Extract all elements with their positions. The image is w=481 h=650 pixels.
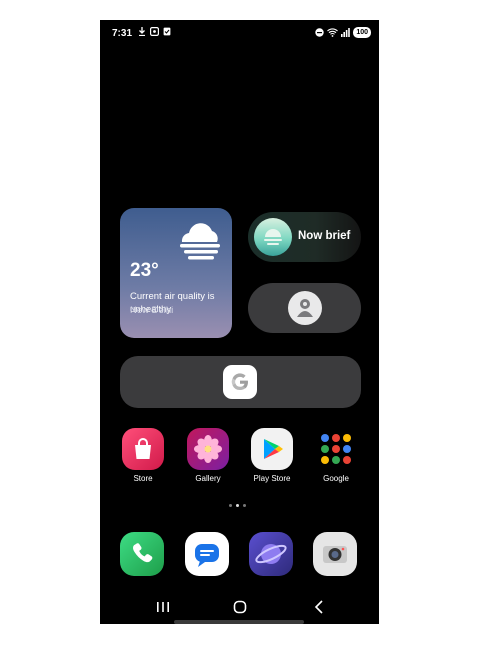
back-button[interactable] — [308, 598, 330, 616]
now-brief-widget[interactable]: Now brief — [248, 212, 361, 262]
status-right-icons: 100 — [315, 27, 371, 38]
app-label: Gallery — [195, 474, 221, 483]
google-search-bar[interactable] — [120, 356, 361, 408]
app-gallery[interactable]: Gallery — [183, 428, 233, 483]
app-play-store[interactable]: Play Store — [247, 428, 297, 483]
page-dot — [243, 504, 246, 507]
app-label: Google — [323, 474, 349, 483]
camera-icon — [313, 532, 357, 576]
google-icon — [223, 365, 257, 399]
status-left-icons — [138, 27, 171, 36]
now-brief-icon — [254, 218, 292, 256]
app-label: Store — [133, 474, 153, 483]
app-store[interactable]: Store — [118, 428, 168, 483]
battery-level: 100 — [356, 29, 368, 36]
dock-messages[interactable] — [185, 532, 229, 576]
weather-temperature: 23° — [130, 260, 159, 281]
messages-icon — [185, 532, 229, 576]
page-dot — [229, 504, 232, 507]
signal-icon — [341, 28, 351, 37]
recents-icon — [157, 602, 169, 612]
weather-widget[interactable]: 23° Current air quality is unhealthy New… — [120, 208, 232, 338]
dock-camera[interactable] — [313, 532, 357, 576]
phone-icon — [120, 532, 164, 576]
do-not-disturb-icon — [315, 28, 325, 37]
battery-icon: 100 — [353, 27, 371, 38]
home-button[interactable] — [229, 598, 251, 616]
internet-icon — [249, 532, 293, 576]
status-bar: 7:31 100 — [100, 20, 379, 46]
wifi-icon — [327, 28, 339, 37]
back-icon — [314, 600, 323, 614]
play-store-icon — [251, 428, 293, 470]
recents-button[interactable] — [152, 598, 174, 616]
assistant-widget[interactable] — [248, 283, 361, 333]
gesture-bar — [174, 620, 304, 624]
download-icon — [139, 27, 145, 36]
phone-screen: 7:31 100 23° Current air quality is unhe… — [100, 20, 379, 624]
page-indicator[interactable] — [229, 504, 246, 507]
home-icon — [233, 600, 247, 614]
google-folder-icon — [315, 428, 357, 470]
dock-internet[interactable] — [249, 532, 293, 576]
fog-icon — [180, 223, 220, 260]
screenshot-icon — [150, 27, 159, 36]
page-dot-active — [236, 504, 239, 507]
navigation-bar — [100, 594, 379, 620]
dock-phone[interactable] — [120, 532, 164, 576]
app-google-folder[interactable]: Google — [311, 428, 361, 483]
assistant-icon — [288, 291, 322, 325]
app-label: Play Store — [253, 474, 291, 483]
status-time: 7:31 — [112, 28, 133, 39]
galaxy-store-icon — [122, 428, 164, 470]
now-brief-label: Now brief — [298, 230, 351, 242]
weather-location: New Delhi — [130, 305, 174, 316]
gallery-icon — [187, 428, 229, 470]
clipboard-icon — [163, 27, 171, 36]
